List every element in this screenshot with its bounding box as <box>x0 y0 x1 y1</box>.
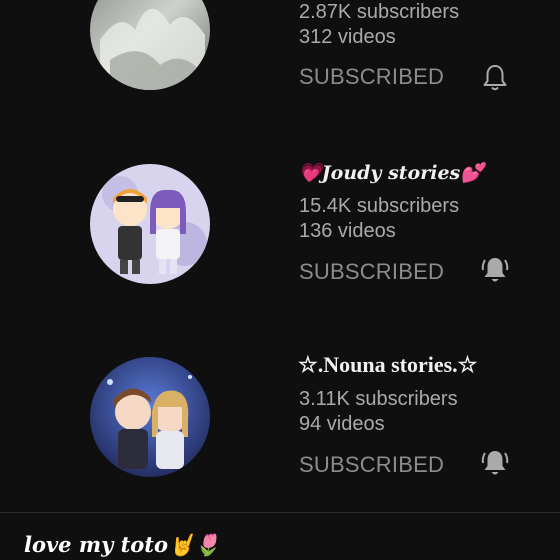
subscribed-button[interactable]: SUBSCRIBED <box>299 452 444 478</box>
overlay-caption: love my toto🤘🌷 <box>24 532 221 557</box>
video-count: 94 videos <box>299 413 385 435</box>
channel-row[interactable]: 💗Joudy stories💕 15.4K subscribers 136 vi… <box>0 150 560 300</box>
bell-outline-icon[interactable] <box>479 62 511 94</box>
channel-avatar[interactable] <box>90 0 210 90</box>
subscriptions-page: 2.87K subscribers 312 videos SUBSCRIBED <box>0 0 560 560</box>
subscribed-button[interactable]: SUBSCRIBED <box>299 64 444 90</box>
channel-avatar[interactable] <box>90 164 210 284</box>
divider <box>0 512 560 513</box>
channel-row[interactable]: 2.87K subscribers 312 videos SUBSCRIBED <box>0 0 560 91</box>
bell-filled-icon[interactable] <box>479 254 511 286</box>
channel-row[interactable]: ☆.Nouna stories.☆ 3.11K subscribers 94 v… <box>0 343 560 493</box>
subscriber-count: 15.4K subscribers <box>299 195 460 217</box>
bell-filled-icon[interactable] <box>479 447 511 479</box>
subscriber-count: 2.87K subscribers <box>299 1 460 23</box>
video-count: 312 videos <box>299 26 396 48</box>
channel-avatar[interactable] <box>90 357 210 477</box>
video-count: 136 videos <box>299 220 396 242</box>
subscribed-button[interactable]: SUBSCRIBED <box>299 259 444 285</box>
channel-name[interactable]: 💗Joudy stories💕 <box>298 161 484 184</box>
channel-name[interactable]: ☆.Nouna stories.☆ <box>298 352 477 378</box>
subscriber-count: 3.11K subscribers <box>299 388 458 410</box>
